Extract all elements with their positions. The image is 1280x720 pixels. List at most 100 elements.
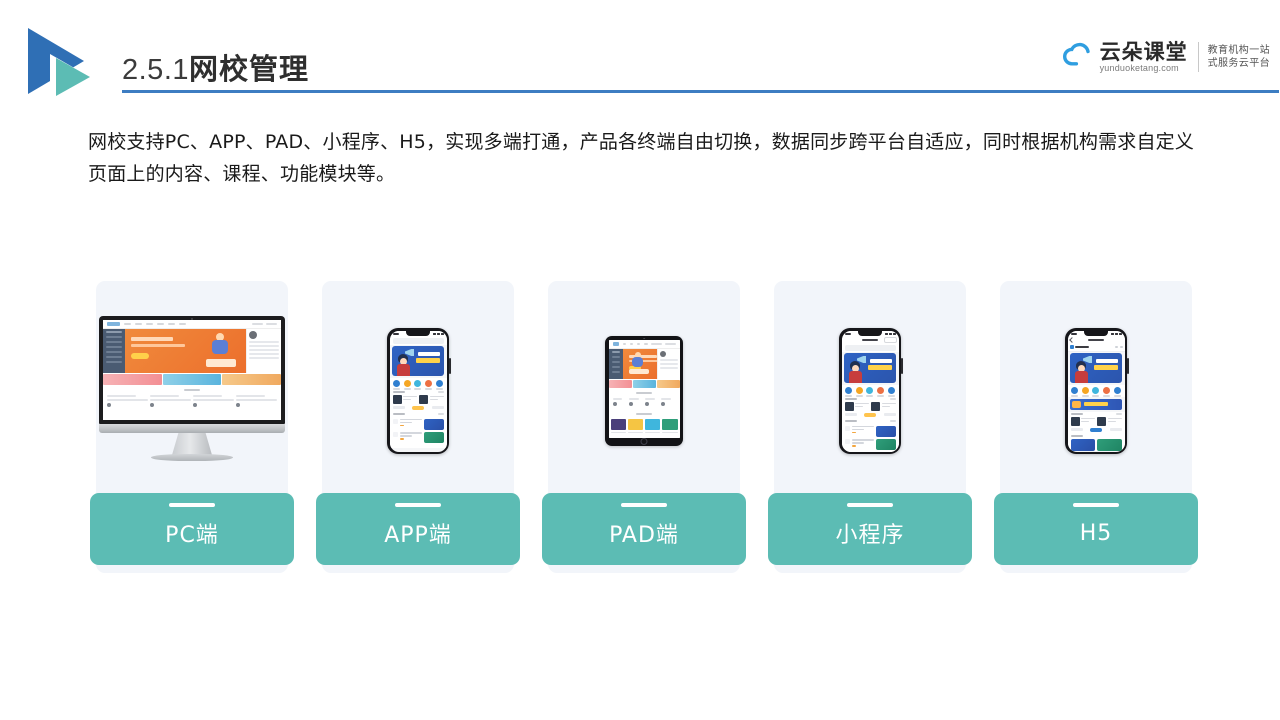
website-hero	[103, 329, 281, 373]
hero-person-illustration	[1074, 361, 1090, 383]
cloud-icon	[1062, 40, 1096, 74]
monitor-screen	[103, 320, 281, 420]
phone-side-button	[449, 358, 451, 374]
website-course-row	[103, 393, 281, 411]
navbar-actions[interactable]	[1115, 346, 1123, 348]
course-item	[612, 398, 627, 408]
brand-name: 云朵课堂	[1099, 39, 1188, 64]
monitor-stand-neck	[172, 433, 212, 455]
brand-name-text	[1075, 346, 1089, 348]
app-search-bar[interactable]	[841, 343, 899, 352]
course-item	[193, 395, 234, 409]
phone-screen	[841, 330, 899, 452]
device-card-app[interactable]: APP端	[316, 281, 520, 573]
miniprogram-capsule-button[interactable]	[883, 337, 897, 343]
label-divider-bar	[395, 503, 441, 507]
label-divider-bar	[847, 503, 893, 507]
tablet-home-button[interactable]	[640, 437, 648, 445]
website-user-panel	[246, 329, 281, 373]
smartphone-icon	[387, 328, 451, 454]
brand-tagline: 教育机构一站 式服务云平台	[1208, 44, 1270, 70]
device-card-list: PC端 APP端 PAD端 小程序 H5	[90, 281, 1212, 573]
website-promo-row	[608, 379, 680, 389]
promo-card	[1070, 438, 1095, 451]
website-hero-banner	[125, 329, 246, 373]
device-card-miniprogram[interactable]: 小程序	[768, 281, 972, 573]
app-hero-banner	[392, 346, 444, 376]
website-hero	[608, 349, 680, 379]
website-sidebar	[103, 329, 125, 373]
back-arrow-icon[interactable]	[1068, 337, 1075, 343]
course-item	[107, 395, 148, 409]
course-item	[645, 398, 659, 408]
app-course-list	[389, 416, 447, 448]
list-item	[844, 439, 896, 450]
device-illustration-tablet	[542, 281, 746, 501]
app-course-list	[841, 423, 899, 452]
brand-divider	[1197, 42, 1199, 72]
device-card-pc[interactable]: PC端	[90, 281, 294, 573]
phone-frame	[1065, 328, 1127, 454]
phone-notch	[406, 330, 430, 336]
phone-screen	[389, 330, 447, 452]
website-mockup	[103, 320, 281, 420]
miniprogram-title	[862, 339, 878, 341]
h5-hero-banner	[1070, 353, 1122, 383]
avatar	[249, 331, 257, 339]
card-label-text: APP端	[384, 523, 452, 548]
website-promo-row	[103, 373, 281, 386]
promo-icon	[1072, 400, 1081, 408]
tablet-frame	[605, 336, 683, 446]
device-illustration-miniprogram	[768, 281, 972, 501]
brand-tagline-line2: 式服务云平台	[1207, 58, 1270, 69]
card-label-app[interactable]: APP端	[316, 493, 520, 565]
smartphone-icon	[839, 328, 903, 454]
website-section-title	[103, 386, 281, 393]
arrow-logo-icon	[28, 28, 110, 100]
label-divider-bar	[621, 503, 667, 507]
website-course-row	[609, 396, 680, 410]
page-title-text: 网校管理	[189, 52, 310, 86]
website-navbar	[103, 320, 281, 329]
website-mockup-tablet	[608, 340, 680, 438]
h5-brand-navbar	[1067, 343, 1125, 352]
app-search-bar[interactable]	[389, 336, 447, 345]
page-title-number: 2.5.1	[122, 54, 189, 86]
course-item	[628, 398, 643, 408]
miniprogram-title-bar	[841, 336, 899, 344]
card-label-pad[interactable]: PAD端	[542, 493, 746, 565]
website-sidebar	[608, 349, 623, 379]
title-underline	[122, 90, 1279, 93]
device-card-h5[interactable]: H5	[994, 281, 1198, 573]
phone-side-button	[1127, 358, 1129, 374]
list-item	[392, 418, 444, 430]
device-illustration-app	[316, 281, 520, 501]
monitor-stand-base	[151, 454, 233, 461]
website-navbar	[608, 340, 680, 349]
brand-text-block: 云朵课堂 yunduoketang.com	[1100, 41, 1188, 74]
browser-title-bar	[1067, 336, 1125, 344]
card-label-pc[interactable]: PC端	[90, 493, 294, 565]
smartphone-icon	[1065, 328, 1129, 454]
slide-header: 2.5.1网校管理 云朵课堂 yunduoketang.com 教育机构一站 式…	[0, 0, 1280, 100]
phone-frame	[387, 328, 449, 454]
card-label-miniprogram[interactable]: 小程序	[768, 493, 972, 565]
hero-illustration	[204, 333, 238, 367]
phone-notch	[1084, 330, 1108, 336]
promo-headline	[1084, 401, 1108, 406]
brand-logo: 云朵课堂 yunduoketang.com 教育机构一站 式服务云平台	[1062, 32, 1270, 82]
app-hero-banner	[844, 353, 896, 383]
device-illustration-desktop	[90, 281, 294, 501]
label-divider-bar	[1073, 503, 1119, 507]
device-card-pad[interactable]: PAD端	[542, 281, 746, 573]
website-hero-banner	[622, 349, 657, 379]
brand-domain: yunduoketang.com	[1099, 62, 1179, 73]
tablet-icon	[605, 336, 683, 446]
course-item	[661, 398, 675, 408]
label-divider-bar	[169, 503, 215, 507]
hero-person-illustration	[848, 361, 864, 383]
card-label-h5[interactable]: H5	[994, 493, 1198, 565]
website-section-title-2	[609, 410, 680, 417]
card-label-text: PAD端	[609, 523, 679, 548]
h5-bottom-cards	[1067, 438, 1125, 451]
